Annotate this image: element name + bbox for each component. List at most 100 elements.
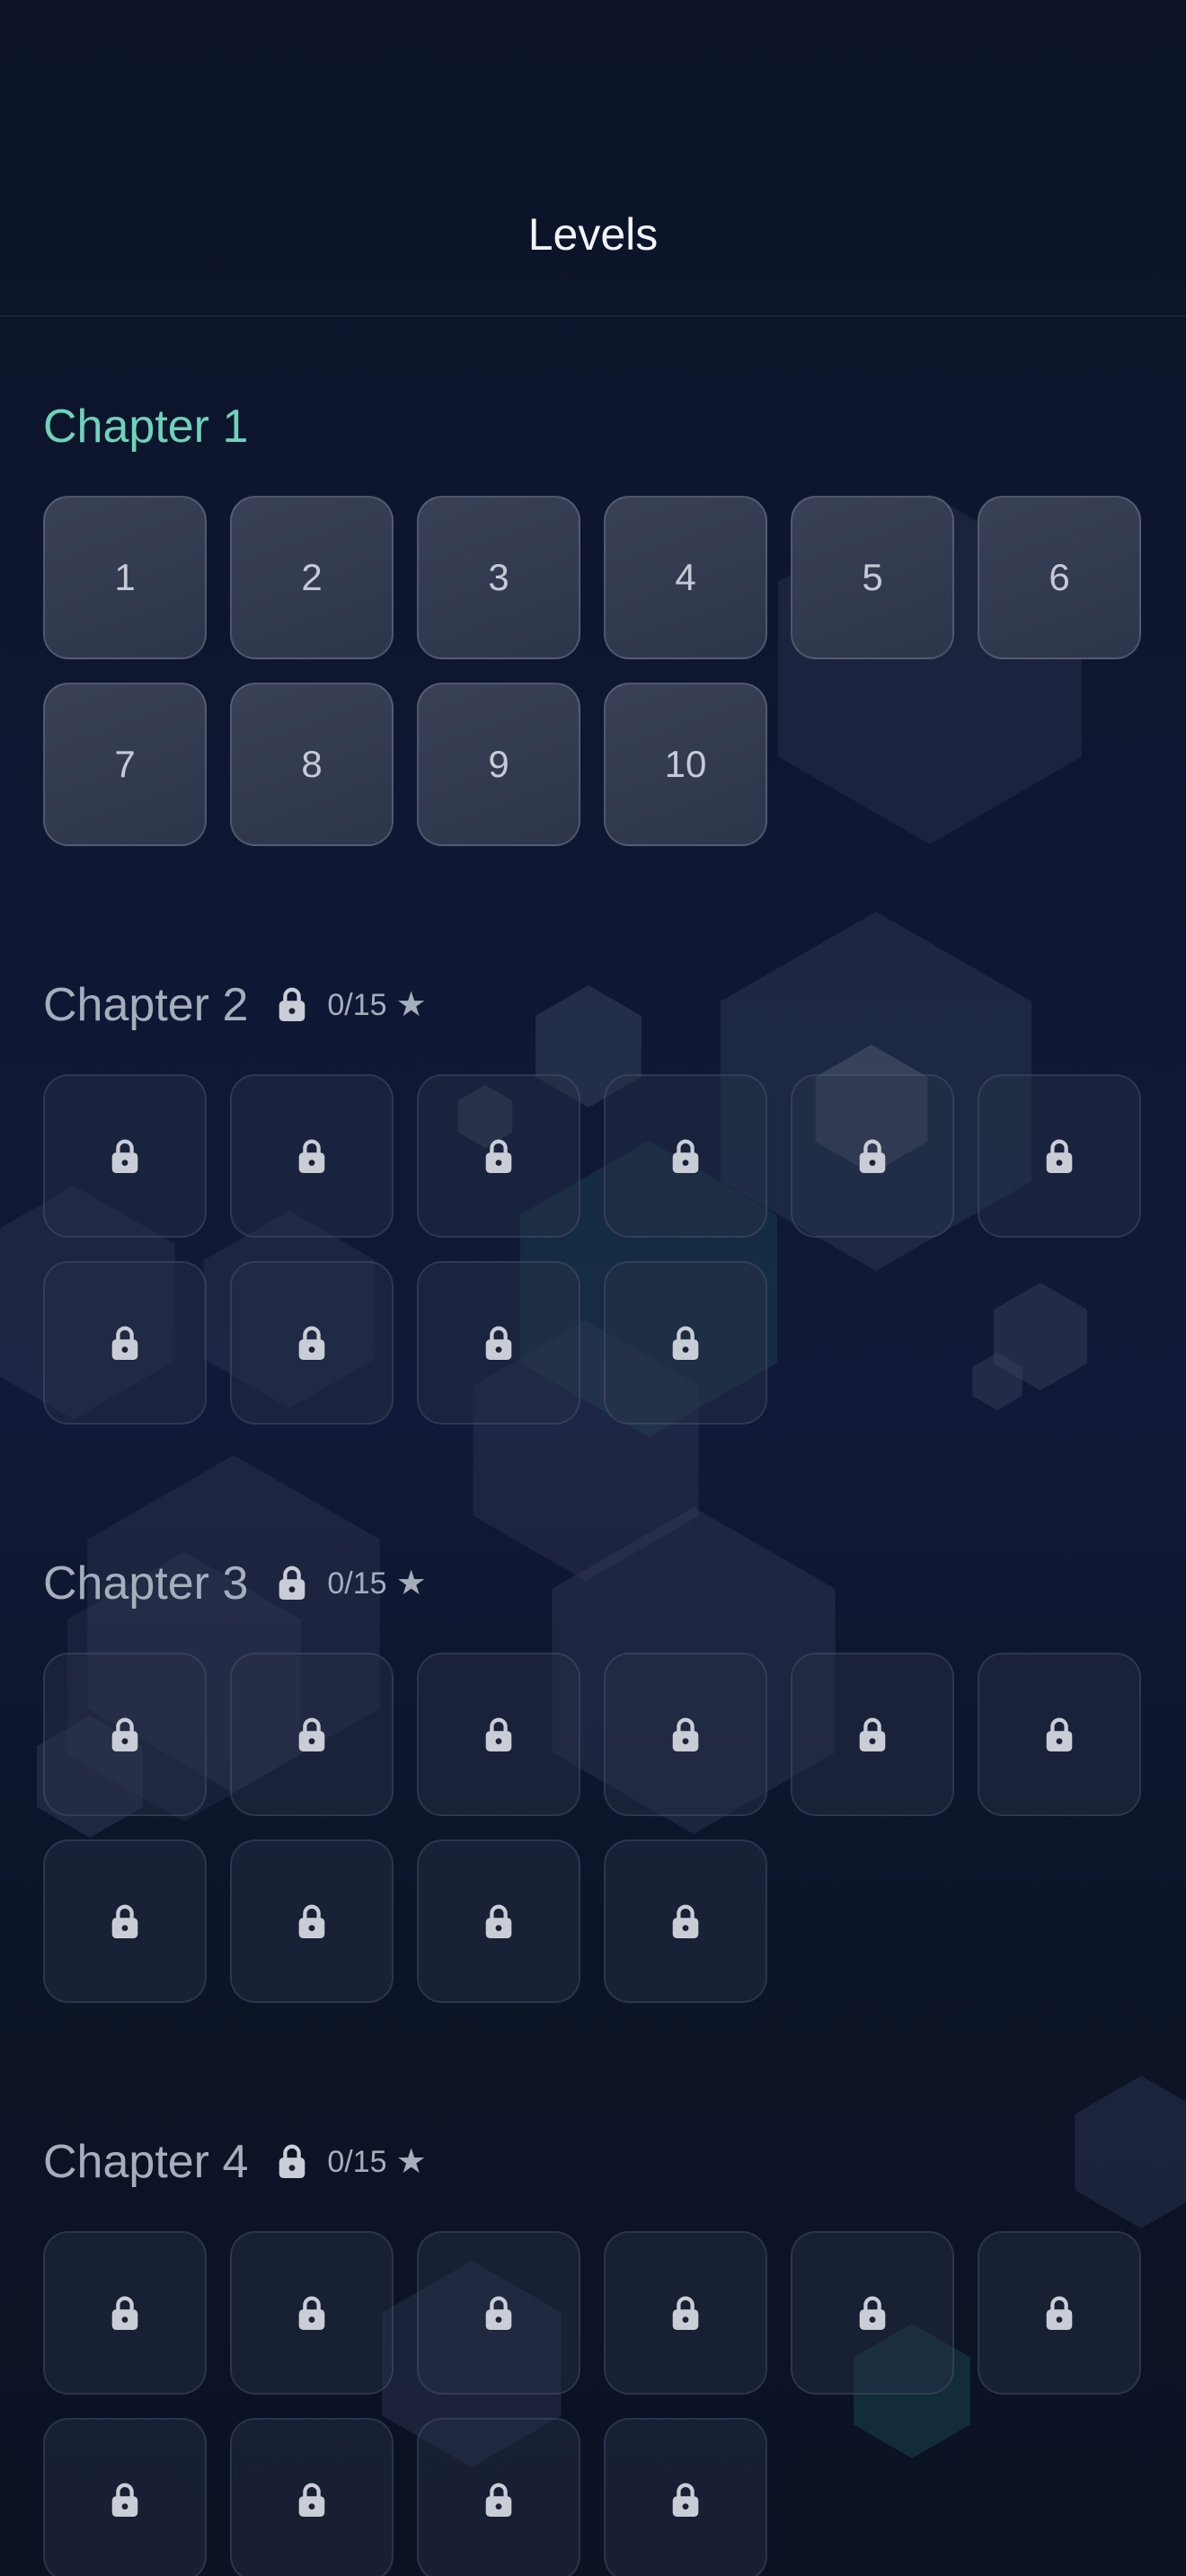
- locked-level-tile[interactable]: [417, 2231, 580, 2395]
- chapter-header: Chapter 4 0/15 ★: [43, 2135, 427, 2189]
- levels-screen: Levels Chapter 1 1 2 3 4 5 6 7 8 9 10 Chapter 2 0/15…: [0, 0, 1186, 2576]
- lock-icon: [483, 1903, 514, 1939]
- lock-icon: [1044, 1138, 1075, 1174]
- lock-icon: [110, 1903, 140, 1939]
- lock-icon: [277, 2143, 307, 2181]
- top-bar: Levels: [0, 0, 1186, 317]
- level-number: 3: [488, 556, 509, 598]
- lock-icon: [277, 1565, 307, 1602]
- level-tile[interactable]: 1: [43, 496, 207, 659]
- locked-level-tile[interactable]: [604, 1839, 767, 2003]
- lock-icon: [483, 2482, 514, 2518]
- chapter-star-count: 0/15: [327, 988, 387, 1022]
- lock-icon: [1044, 2295, 1075, 2331]
- locked-level-tile[interactable]: [230, 2418, 394, 2576]
- lock-icon: [296, 1138, 327, 1174]
- lock-icon: [296, 1325, 327, 1361]
- level-number: 8: [301, 743, 323, 785]
- locked-level-tile[interactable]: [43, 2418, 207, 2576]
- level-tile[interactable]: 6: [978, 496, 1141, 659]
- locked-level-tile[interactable]: [417, 1653, 580, 1816]
- level-tile[interactable]: 4: [604, 496, 767, 659]
- chapter-header: Chapter 3 0/15 ★: [43, 1557, 427, 1610]
- chapter-header: Chapter 2 0/15 ★: [43, 978, 427, 1032]
- lock-icon: [110, 1716, 140, 1752]
- level-tile[interactable]: 2: [230, 496, 394, 659]
- locked-level-tile[interactable]: [791, 1653, 954, 1816]
- level-number: 6: [1049, 556, 1070, 598]
- locked-level-tile[interactable]: [417, 1839, 580, 2003]
- lock-icon: [670, 1138, 701, 1174]
- lock-icon: [670, 1325, 701, 1361]
- locked-level-tile[interactable]: [230, 1653, 394, 1816]
- chapter-star-count: 0/15: [327, 1566, 387, 1601]
- star-icon: ★: [395, 2143, 427, 2181]
- level-tile[interactable]: 10: [604, 683, 767, 846]
- level-number: 9: [488, 743, 509, 785]
- level-tile[interactable]: 5: [791, 496, 954, 659]
- locked-level-tile[interactable]: [230, 1261, 394, 1425]
- locked-level-tile[interactable]: [230, 1839, 394, 2003]
- level-number: 2: [301, 556, 323, 598]
- chapter-section: Chapter 1 1 2 3 4 5 6 7 8 9 10: [0, 400, 1186, 867]
- lock-icon: [296, 2482, 327, 2518]
- locked-level-tile[interactable]: [43, 1074, 207, 1238]
- locked-level-tile[interactable]: [417, 1074, 580, 1238]
- lock-icon: [857, 1138, 888, 1174]
- chapter-section: Chapter 2 0/15 ★: [0, 978, 1186, 1445]
- locked-level-tile[interactable]: [43, 2231, 207, 2395]
- lock-icon: [110, 1138, 140, 1174]
- locked-level-tile[interactable]: [978, 1074, 1141, 1238]
- locked-level-tile[interactable]: [417, 2418, 580, 2576]
- locked-level-tile[interactable]: [43, 1653, 207, 1816]
- lock-icon: [483, 2295, 514, 2331]
- page-title: Levels: [527, 209, 659, 260]
- level-number: 4: [675, 556, 696, 598]
- chapter-section: Chapter 3 0/15 ★: [0, 1557, 1186, 2024]
- level-tile[interactable]: 7: [43, 683, 207, 846]
- locked-level-tile[interactable]: [43, 1261, 207, 1425]
- lock-icon: [670, 1716, 701, 1752]
- lock-icon: [296, 1903, 327, 1939]
- lock-icon: [277, 986, 307, 1024]
- lock-icon: [110, 1325, 140, 1361]
- locked-level-tile[interactable]: [230, 2231, 394, 2395]
- chapter-title: Chapter 3: [43, 1557, 249, 1610]
- chapter-section: Chapter 4 0/15 ★: [0, 2135, 1186, 2576]
- locked-level-tile[interactable]: [791, 1074, 954, 1238]
- chapter-title: Chapter 1: [43, 401, 249, 453]
- locked-level-tile[interactable]: [604, 2231, 767, 2395]
- level-number: 1: [114, 556, 136, 598]
- locked-level-tile[interactable]: [43, 1839, 207, 2003]
- lock-icon: [857, 1716, 888, 1752]
- locked-level-tile[interactable]: [604, 1653, 767, 1816]
- locked-level-tile[interactable]: [791, 2231, 954, 2395]
- lock-icon: [483, 1716, 514, 1752]
- lock-icon: [1044, 1716, 1075, 1752]
- locked-level-tile[interactable]: [604, 1261, 767, 1425]
- chapter-header: Chapter 1: [43, 400, 248, 454]
- level-tile[interactable]: 3: [417, 496, 580, 659]
- level-number: 7: [114, 743, 136, 785]
- chapter-title: Chapter 2: [43, 979, 249, 1031]
- locked-level-tile[interactable]: [604, 1074, 767, 1238]
- chapter-star-count: 0/15: [327, 2145, 387, 2179]
- level-tile[interactable]: 8: [230, 683, 394, 846]
- lock-icon: [670, 1903, 701, 1939]
- locked-level-tile[interactable]: [604, 2418, 767, 2576]
- lock-icon: [296, 2295, 327, 2331]
- lock-icon: [483, 1325, 514, 1361]
- level-tile[interactable]: 9: [417, 683, 580, 846]
- locked-level-tile[interactable]: [417, 1261, 580, 1425]
- level-number: 10: [664, 743, 707, 785]
- locked-level-tile[interactable]: [978, 2231, 1141, 2395]
- lock-icon: [110, 2295, 140, 2331]
- lock-icon: [670, 2295, 701, 2331]
- locked-level-tile[interactable]: [978, 1653, 1141, 1816]
- lock-icon: [110, 2482, 140, 2518]
- locked-level-tile[interactable]: [230, 1074, 394, 1238]
- chapter-title: Chapter 4: [43, 2136, 249, 2188]
- star-icon: ★: [395, 1565, 427, 1602]
- lock-icon: [670, 2482, 701, 2518]
- lock-icon: [296, 1716, 327, 1752]
